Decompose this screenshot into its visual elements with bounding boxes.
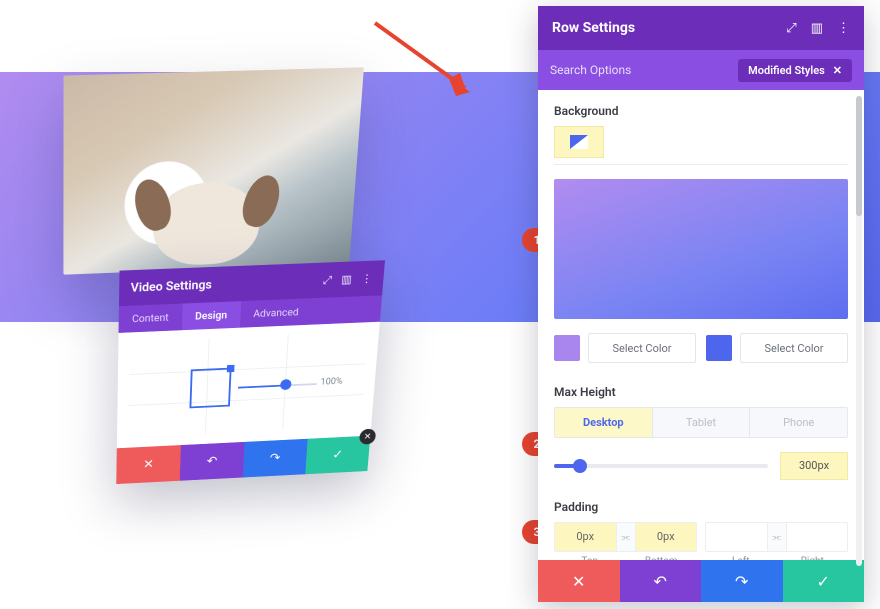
select-color-right-button[interactable]: Select Color <box>740 333 848 363</box>
max-height-slider[interactable] <box>554 464 768 468</box>
padding-top-input[interactable]: 0px <box>555 523 616 551</box>
thumbnail-content <box>152 181 261 267</box>
modified-styles-badge[interactable]: Modified Styles ✕ <box>738 59 852 82</box>
selection-box[interactable] <box>189 368 231 409</box>
redo-button[interactable]: ↷ <box>243 439 308 478</box>
link-icon[interactable]: ⫘ <box>616 523 636 551</box>
tab-content[interactable]: Content <box>119 304 183 333</box>
redo-button[interactable]: ↷ <box>701 560 783 602</box>
background-label: Background <box>554 104 848 118</box>
search-options-input[interactable]: Search Options <box>550 63 631 77</box>
preview-stack: Video Settings ⤢ ▥ ⋮ Content Design Adva… <box>25 70 425 550</box>
columns-icon[interactable]: ▥ <box>811 21 823 36</box>
color-swatch-right[interactable] <box>706 335 732 361</box>
padding-bottom-label: Bottom <box>626 556 698 560</box>
drag-handle-icon[interactable]: ✕ <box>359 429 376 445</box>
cancel-button[interactable]: ✕ <box>538 560 620 602</box>
undo-button[interactable]: ↶ <box>180 442 245 481</box>
confirm-button[interactable]: ✓ <box>783 560 865 602</box>
more-icon[interactable]: ⋮ <box>361 271 373 285</box>
padding-right-label: Right <box>777 556 849 560</box>
padding-left-input[interactable] <box>706 523 767 551</box>
slider-thumb[interactable] <box>573 459 587 473</box>
panel-title: Row Settings <box>552 20 635 36</box>
scrollbar[interactable] <box>856 96 862 566</box>
background-type-button[interactable] <box>554 126 604 158</box>
select-color-left-button[interactable]: Select Color <box>588 333 696 363</box>
padding-left-label: Left <box>705 556 777 560</box>
columns-icon[interactable]: ▥ <box>341 272 353 286</box>
device-tab-tablet[interactable]: Tablet <box>652 408 750 437</box>
scrollbar-thumb[interactable] <box>856 96 862 216</box>
transform-editor[interactable]: 100% <box>117 322 380 449</box>
padding-bottom-input[interactable]: 0px <box>636 523 697 551</box>
device-tab-desktop[interactable]: Desktop <box>555 408 652 437</box>
gradient-preview[interactable] <box>554 179 848 319</box>
expand-icon[interactable]: ⤢ <box>322 273 332 287</box>
device-tabs: Desktop Tablet Phone <box>554 407 848 438</box>
close-icon[interactable]: ✕ <box>833 64 842 77</box>
padding-label: Padding <box>554 500 848 514</box>
tab-design[interactable]: Design <box>181 301 240 330</box>
padding-top-label: Top <box>554 556 626 560</box>
badge-label: Modified Styles <box>748 64 825 77</box>
color-swatch-left[interactable] <box>554 335 580 361</box>
device-tab-phone[interactable]: Phone <box>749 408 847 437</box>
row-settings-panel: Row Settings ⤢ ▥ ⋮ Search Options Modifi… <box>538 6 864 602</box>
undo-button[interactable]: ↶ <box>620 560 702 602</box>
expand-icon[interactable]: ⤢ <box>786 21 796 36</box>
more-icon[interactable]: ⋮ <box>837 21 850 36</box>
max-height-value-input[interactable]: 300px <box>780 452 848 480</box>
max-height-label: Max Height <box>554 385 848 399</box>
tab-advanced[interactable]: Advanced <box>240 298 313 328</box>
video-settings-title: Video Settings <box>131 278 213 295</box>
cancel-button[interactable]: ✕ <box>116 445 181 484</box>
video-thumbnail[interactable] <box>63 67 364 274</box>
percent-value: 100% <box>320 377 343 388</box>
divider <box>554 164 848 165</box>
padding-right-input[interactable] <box>787 523 848 551</box>
video-settings-panel: Video Settings ⤢ ▥ ⋮ Content Design Adva… <box>116 260 385 484</box>
link-icon[interactable]: ⫘ <box>767 523 787 551</box>
